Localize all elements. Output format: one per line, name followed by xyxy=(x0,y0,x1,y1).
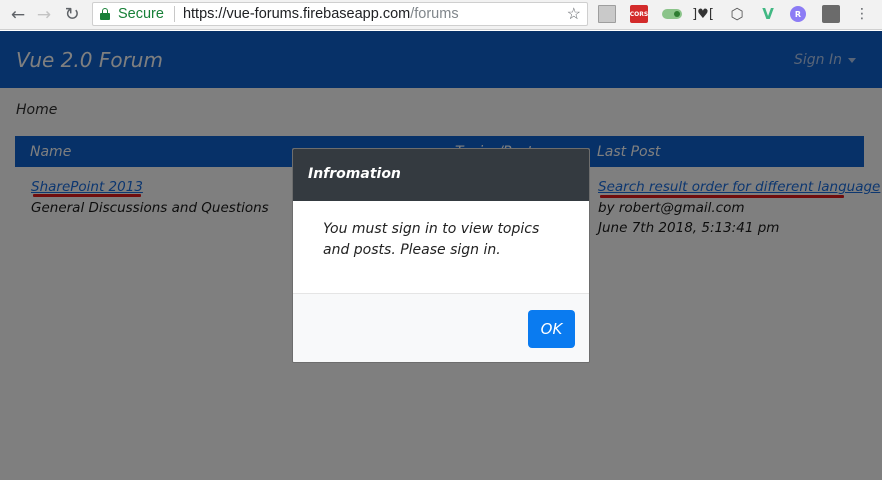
modal-title: Infromation xyxy=(308,166,401,182)
shield-extension-icon[interactable] xyxy=(822,5,840,23)
secure-label: Secure xyxy=(118,6,164,22)
lock-icon xyxy=(100,8,110,20)
back-arrow-icon[interactable]: ← xyxy=(6,3,30,27)
address-bar[interactable]: Secure https://vue-forums.firebaseapp.co… xyxy=(92,2,588,26)
reload-icon[interactable]: ↻ xyxy=(60,3,84,27)
toggle-extension-icon[interactable] xyxy=(662,9,682,19)
modal-header: Infromation xyxy=(293,149,589,201)
bookmark-star-icon[interactable]: ☆ xyxy=(567,4,581,24)
hexagon-extension-icon[interactable]: ⬡ xyxy=(728,5,746,23)
forward-arrow-icon[interactable]: → xyxy=(32,3,56,27)
bracket-heart-extension-icon[interactable]: ]♥[ xyxy=(692,5,714,23)
r-extension-icon[interactable]: R xyxy=(790,6,806,22)
vue-devtools-icon[interactable]: V xyxy=(759,5,777,23)
modal-message: You must sign in to view topics and post… xyxy=(323,221,540,258)
modal-footer: OK xyxy=(293,293,589,362)
cors-extension-icon[interactable]: CORS xyxy=(630,5,648,23)
url-path: /forums xyxy=(410,6,459,22)
page-icon[interactable] xyxy=(598,5,616,23)
information-modal: Infromation You must sign in to view top… xyxy=(292,148,590,363)
url-host: https://vue-forums.firebaseapp.com xyxy=(182,6,411,22)
ok-button[interactable]: OK xyxy=(528,310,575,348)
browser-toolbar: ← → ↻ Secure https://vue-forums.firebase… xyxy=(0,0,882,30)
menu-icon[interactable]: ⋮ xyxy=(853,5,871,23)
